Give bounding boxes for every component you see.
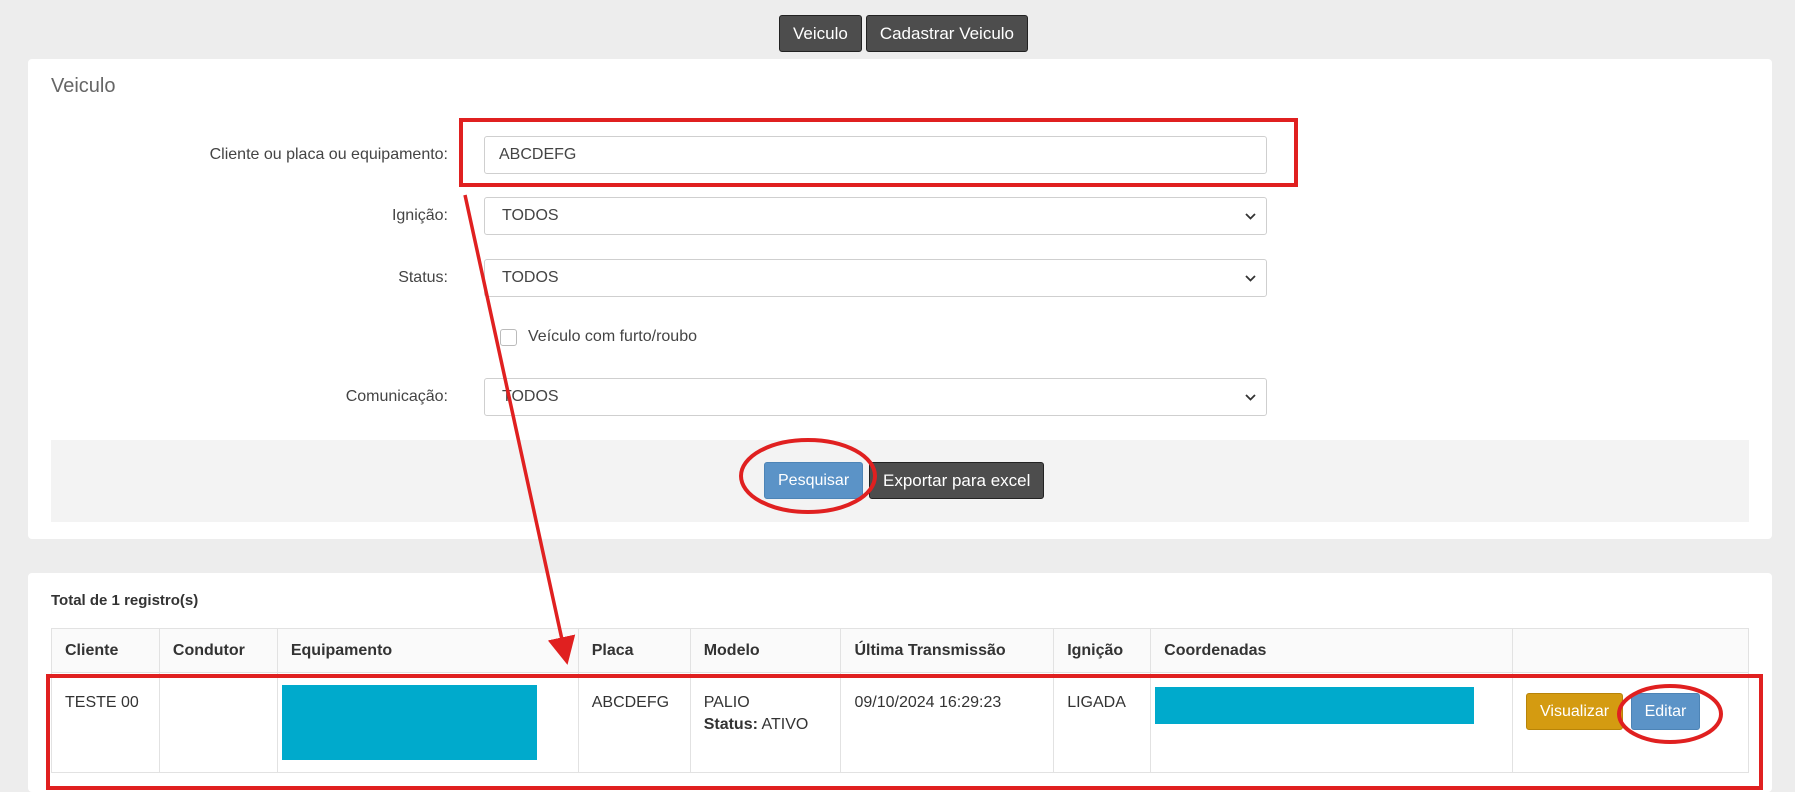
chevron-down-icon	[1244, 198, 1256, 234]
cell-cliente: TESTE 00	[51, 672, 160, 773]
top-nav: Veiculo Cadastrar Veiculo	[779, 15, 1029, 52]
col-header: Última Transmissão	[840, 628, 1055, 673]
status-key: Status:	[703, 716, 758, 733]
search-panel: Veiculo Cliente ou placa ou equipamento:…	[28, 59, 1772, 539]
total-records: Total de 1 registro(s)	[51, 592, 199, 609]
col-header: Coordenadas	[1150, 628, 1514, 673]
pesquisar-button[interactable]: Pesquisar	[764, 462, 864, 499]
furto-checkbox-row: Veículo com furto/roubo	[500, 328, 697, 346]
editar-button[interactable]: Editar	[1630, 693, 1701, 730]
status-select[interactable]: TODOS	[484, 259, 1267, 297]
modelo-value: PALIO	[703, 694, 750, 711]
col-header: Ignição	[1053, 628, 1152, 673]
visualizar-button[interactable]: Visualizar	[1526, 693, 1624, 730]
exportar-excel-button[interactable]: Exportar para excel	[869, 462, 1045, 499]
panel-title: Veiculo	[51, 75, 116, 97]
cell-placa: ABCDEFG	[577, 672, 691, 773]
cliente-row: Cliente ou placa ou equipamento: ABCDEFG	[28, 136, 1772, 174]
redacted-block	[281, 685, 537, 760]
search-actions-bar: Pesquisar Exportar para excel	[51, 440, 1749, 522]
status-select-value: TODOS	[502, 269, 559, 286]
col-header	[1512, 628, 1749, 673]
ignicao-label: Ignição:	[391, 207, 448, 224]
table-header-row: Cliente Condutor Equipamento Placa Model…	[51, 628, 1749, 673]
cadastrar-veiculo-nav-button[interactable]: Cadastrar Veiculo	[865, 15, 1029, 52]
comunicacao-row: Comunicação: TODOS	[28, 378, 1772, 416]
comunicacao-select-value: TODOS	[502, 388, 559, 405]
cell-actions: Visualizar Editar	[1512, 672, 1749, 773]
chevron-down-icon	[1244, 379, 1256, 415]
cell-coordenadas	[1150, 672, 1514, 773]
col-header: Condutor	[158, 628, 278, 673]
veiculo-nav-button[interactable]: Veiculo	[779, 15, 862, 52]
results-panel: Total de 1 registro(s) Cliente Condutor …	[28, 573, 1772, 792]
comunicacao-label: Comunicação:	[345, 388, 448, 405]
cliente-label: Cliente ou placa ou equipamento:	[209, 146, 448, 163]
comunicacao-select[interactable]: TODOS	[484, 378, 1267, 416]
table-row: TESTE 00 ABCDEFG PALIO Status: ATIVO 09/…	[51, 672, 1749, 773]
col-header: Modelo	[689, 628, 842, 673]
col-header: Equipamento	[276, 628, 579, 673]
ignicao-select[interactable]: TODOS	[484, 197, 1267, 235]
cell-ignicao: LIGADA	[1053, 672, 1152, 773]
modelo-status: Status: ATIVO	[704, 714, 828, 736]
furto-checkbox-label[interactable]: Veículo com furto/roubo	[528, 328, 697, 346]
furto-checkbox[interactable]	[500, 328, 517, 346]
ignicao-select-value: TODOS	[502, 207, 559, 224]
results-table: Cliente Condutor Equipamento Placa Model…	[51, 628, 1749, 773]
status-value: ATIVO	[761, 716, 809, 733]
status-label: Status:	[398, 269, 448, 286]
cell-modelo: PALIO Status: ATIVO	[689, 672, 842, 773]
col-header: Cliente	[51, 628, 160, 673]
cliente-input[interactable]: ABCDEFG	[484, 136, 1267, 174]
cell-condutor	[158, 672, 278, 773]
status-row: Status: TODOS	[28, 259, 1772, 297]
ignicao-row: Ignição: TODOS	[28, 197, 1772, 235]
chevron-down-icon	[1244, 260, 1256, 296]
col-header: Placa	[577, 628, 691, 673]
cell-equipamento	[276, 672, 579, 773]
redacted-block	[1155, 687, 1475, 724]
cell-ultima-transmissao: 09/10/2024 16:29:23	[840, 672, 1055, 773]
